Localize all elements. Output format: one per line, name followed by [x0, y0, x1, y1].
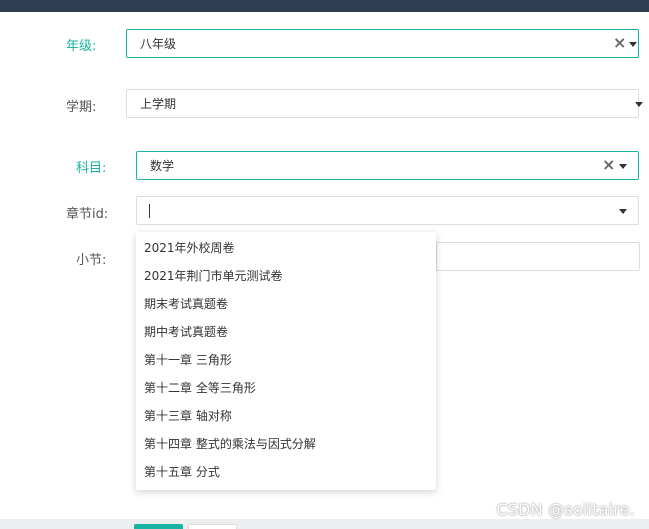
dropdown-option[interactable]: 期末考试真题卷	[136, 290, 436, 318]
grade-value: 八年级	[140, 37, 177, 51]
top-header-bar	[0, 0, 649, 12]
dropdown-option[interactable]: 第十四章 整式的乘法与因式分解	[136, 430, 436, 458]
subject-select[interactable]: 数学 ×	[136, 151, 639, 180]
subject-label: 科目:	[76, 161, 107, 176]
grade-chevron-down-icon[interactable]	[629, 42, 637, 47]
term-chevron-down-icon[interactable]	[635, 102, 643, 107]
dropdown-option[interactable]: 2021年外校周卷	[136, 234, 436, 262]
chapter-dropdown-menu: 2021年外校周卷 2021年荆门市单元测试卷 期末考试真题卷 期中考试真题卷 …	[136, 232, 436, 490]
term-label: 学期:	[66, 100, 97, 115]
dropdown-option[interactable]: 2021年荆门市单元测试卷	[136, 262, 436, 290]
term-select[interactable]: 上学期	[126, 89, 643, 118]
footer-bar	[0, 519, 649, 529]
subject-chevron-down-icon[interactable]	[619, 164, 627, 169]
watermark: CSDN @solitaire.	[496, 500, 635, 519]
submit-button[interactable]	[134, 524, 183, 529]
grade-clear-icon[interactable]: ×	[613, 34, 626, 52]
chapter-chevron-down-icon[interactable]	[619, 209, 627, 214]
term-value: 上学期	[140, 97, 177, 111]
subject-value: 数学	[150, 159, 175, 173]
dropdown-option[interactable]: 第十三章 轴对称	[136, 402, 436, 430]
dropdown-option[interactable]: 期中考试真题卷	[136, 318, 436, 346]
subject-clear-icon[interactable]: ×	[602, 156, 615, 174]
dropdown-option[interactable]: 第十二章 全等三角形	[136, 374, 436, 402]
cancel-button[interactable]	[188, 524, 237, 529]
dropdown-option[interactable]: 第十五章 分式	[136, 458, 436, 486]
grade-label: 年级:	[66, 39, 97, 54]
chapter-select[interactable]	[136, 196, 639, 225]
dropdown-option[interactable]: 第十一章 三角形	[136, 346, 436, 374]
section-input[interactable]	[436, 242, 640, 271]
chapter-label: 章节id:	[66, 207, 109, 222]
grade-select[interactable]: 八年级 ×	[126, 29, 639, 58]
section-label: 小节:	[76, 253, 107, 268]
text-cursor	[149, 204, 150, 218]
